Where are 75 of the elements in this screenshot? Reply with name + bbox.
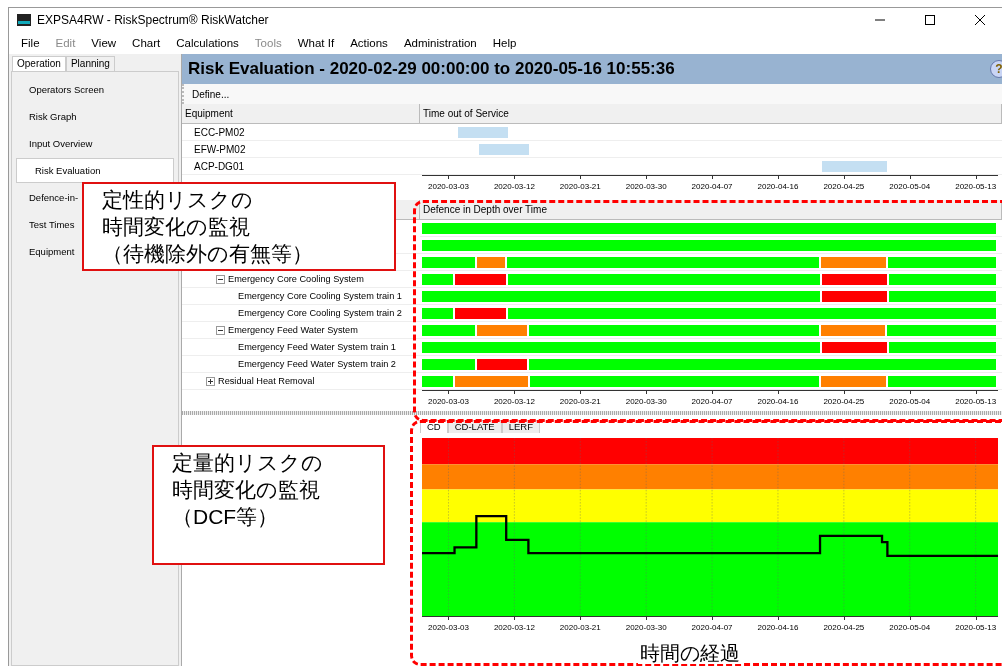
equipment-name: EFW-PM02 — [182, 141, 420, 158]
axis-tick-label: 2020-04-16 — [757, 623, 799, 632]
axis-tick-label: 2020-04-25 — [823, 182, 865, 191]
menu-item[interactable]: What If — [289, 37, 343, 49]
tree-item[interactable]: Emergency Feed Water System train 2 — [238, 359, 396, 369]
sidebar-item[interactable]: Risk Evaluation — [16, 158, 174, 183]
axis-tick-label: 2020-03-12 — [493, 182, 535, 191]
axis-tick-label: 2020-05-13 — [955, 623, 997, 632]
axis-tick-label: 2020-04-07 — [691, 397, 733, 406]
axis-tick-label: 2020-04-07 — [691, 182, 733, 191]
column-header: Equipment — [182, 104, 420, 124]
menu-item[interactable]: Actions — [342, 37, 396, 49]
menu-item[interactable]: Help — [484, 37, 525, 49]
tree-item[interactable]: Emergency Core Cooling System train 1 — [238, 291, 402, 301]
axis-tick-label: 2020-05-13 — [955, 397, 997, 406]
axis-tick-label: 2020-03-12 — [493, 397, 535, 406]
equipment-name: ECC-PM02 — [182, 124, 420, 141]
tree-item[interactable]: Emergency Core Cooling System train 2 — [238, 308, 402, 318]
axis-tick-label: 2020-03-30 — [625, 623, 667, 632]
axis-tick-label: 2020-05-13 — [955, 182, 997, 191]
sidebar-item[interactable]: Test Times — [27, 212, 77, 237]
collapse-icon[interactable] — [216, 325, 225, 335]
annotation-callout: 定量的リスクの 時間変化の監視 （DCF等） — [152, 445, 385, 565]
axis-tick-label: 2020-05-04 — [889, 623, 931, 632]
sidebar-item[interactable]: Equipment — [27, 239, 77, 264]
sidebar-item[interactable]: Risk Graph — [27, 104, 79, 129]
collapse-icon[interactable] — [216, 274, 225, 284]
column-header: Time out of Service — [420, 104, 1002, 124]
menu-item[interactable]: File — [13, 37, 48, 49]
axis-tick-label: 2020-03-03 — [428, 182, 469, 191]
annotation-callout: 定性的リスクの 時間変化の監視 （待機除外の有無等） — [82, 182, 396, 271]
menu-item[interactable]: Chart — [124, 37, 169, 49]
app-icon — [17, 14, 31, 26]
page-title: Risk Evaluation - 2020-02-29 00:00:00 to 2020-05-16 10:55:36 — [188, 59, 675, 79]
minimize-icon — [875, 19, 885, 21]
sidebar-item[interactable]: Defence-in- — [27, 185, 81, 210]
axis-tick-label: 2020-03-30 — [625, 182, 667, 191]
axis-tick-label: 2020-05-04 — [889, 182, 931, 191]
annotation-label: 時間の経過 — [638, 642, 742, 664]
status-segment — [422, 358, 476, 370]
sidebar-item[interactable]: Operators Screen — [27, 77, 106, 102]
define-button[interactable]: Define... — [190, 86, 232, 102]
menu-item[interactable]: View — [83, 37, 125, 49]
out-of-service-bar — [821, 160, 888, 172]
axis-tick-label: 2020-05-04 — [889, 397, 931, 406]
maximize-icon — [925, 15, 935, 25]
axis-tick-label: 2020-04-16 — [757, 397, 799, 406]
axis-tick-label: 2020-03-21 — [559, 397, 601, 406]
axis-tick-label: 2020-03-03 — [428, 623, 469, 632]
status-segment — [422, 324, 476, 336]
tree-item[interactable]: Residual Heat Removal — [218, 376, 315, 386]
menu-item[interactable]: Calculations — [168, 37, 247, 49]
axis-tick-label: 2020-04-25 — [823, 397, 865, 406]
out-of-service-bar — [457, 126, 508, 138]
sidebar-tab[interactable]: Planning — [65, 56, 115, 71]
axis-tick-label: 2020-04-25 — [823, 623, 865, 632]
window-title: EXPSA4RW - RiskSpectrum® RiskWatcher — [37, 13, 270, 27]
axis-tick-label: 2020-03-21 — [559, 182, 601, 191]
equipment-name: ACP-DG01 — [182, 158, 420, 175]
sidebar-tab[interactable]: Operation — [12, 56, 66, 71]
axis-tick-label: 2020-04-16 — [757, 182, 799, 191]
close-icon — [975, 15, 985, 25]
help-button[interactable]: ? — [990, 60, 1002, 78]
axis-tick-label: 2020-04-07 — [691, 623, 733, 632]
axis-tick-label: 2020-03-30 — [625, 397, 667, 406]
sidebar-item[interactable]: Input Overview — [27, 131, 95, 156]
menu-item[interactable]: Administration — [395, 37, 485, 49]
tree-item[interactable]: Emergency Feed Water System — [228, 325, 358, 335]
axis-tick-label: 2020-03-12 — [493, 623, 535, 632]
expand-icon[interactable] — [206, 376, 215, 386]
tree-item[interactable]: Emergency Feed Water System train 1 — [238, 342, 396, 352]
axis-tick-label: 2020-03-21 — [559, 623, 601, 632]
axis-tick-label: 2020-03-03 — [428, 397, 469, 406]
out-of-service-bar — [479, 143, 530, 155]
tree-item[interactable]: Emergency Core Cooling System — [228, 274, 364, 284]
